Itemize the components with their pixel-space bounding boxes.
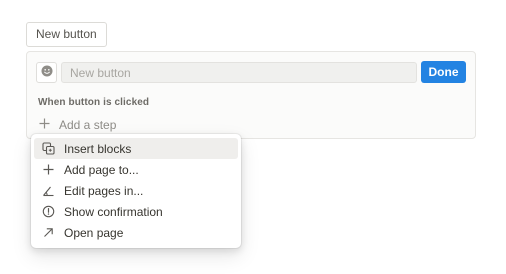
insert-blocks-icon: [40, 141, 56, 157]
menu-item-label: Show confirmation: [64, 204, 163, 219]
menu-item-insert-blocks[interactable]: Insert blocks: [34, 138, 238, 159]
menu-item-edit-pages-in[interactable]: Edit pages in...: [34, 180, 238, 201]
canvas: New button Done When button is clicked A…: [0, 0, 506, 274]
emoji-picker-button[interactable]: [36, 62, 57, 83]
menu-item-open-page[interactable]: Open page: [34, 222, 238, 243]
add-step-menu: Insert blocks Add page to... Edit pages …: [31, 134, 241, 248]
plus-icon: [39, 116, 50, 134]
plus-icon: [40, 162, 56, 178]
new-button-preview[interactable]: New button: [26, 22, 107, 47]
menu-item-label: Add page to...: [64, 162, 139, 177]
menu-item-label: Open page: [64, 225, 124, 240]
confirmation-icon: [40, 204, 56, 220]
button-name-input[interactable]: [61, 62, 417, 83]
menu-item-label: Insert blocks: [64, 141, 132, 156]
done-button[interactable]: Done: [421, 61, 466, 83]
edit-pages-icon: [40, 183, 56, 199]
menu-item-show-confirmation[interactable]: Show confirmation: [34, 201, 238, 222]
smiley-icon: [41, 64, 53, 82]
add-step-button[interactable]: Add a step: [39, 116, 116, 134]
arrow-up-right-icon: [40, 225, 56, 241]
button-editor-panel: Done When button is clicked Add a step: [26, 51, 476, 139]
add-step-label: Add a step: [59, 118, 117, 132]
trigger-label: When button is clicked: [38, 97, 150, 108]
menu-item-label: Edit pages in...: [64, 183, 144, 198]
menu-item-add-page-to[interactable]: Add page to...: [34, 159, 238, 180]
